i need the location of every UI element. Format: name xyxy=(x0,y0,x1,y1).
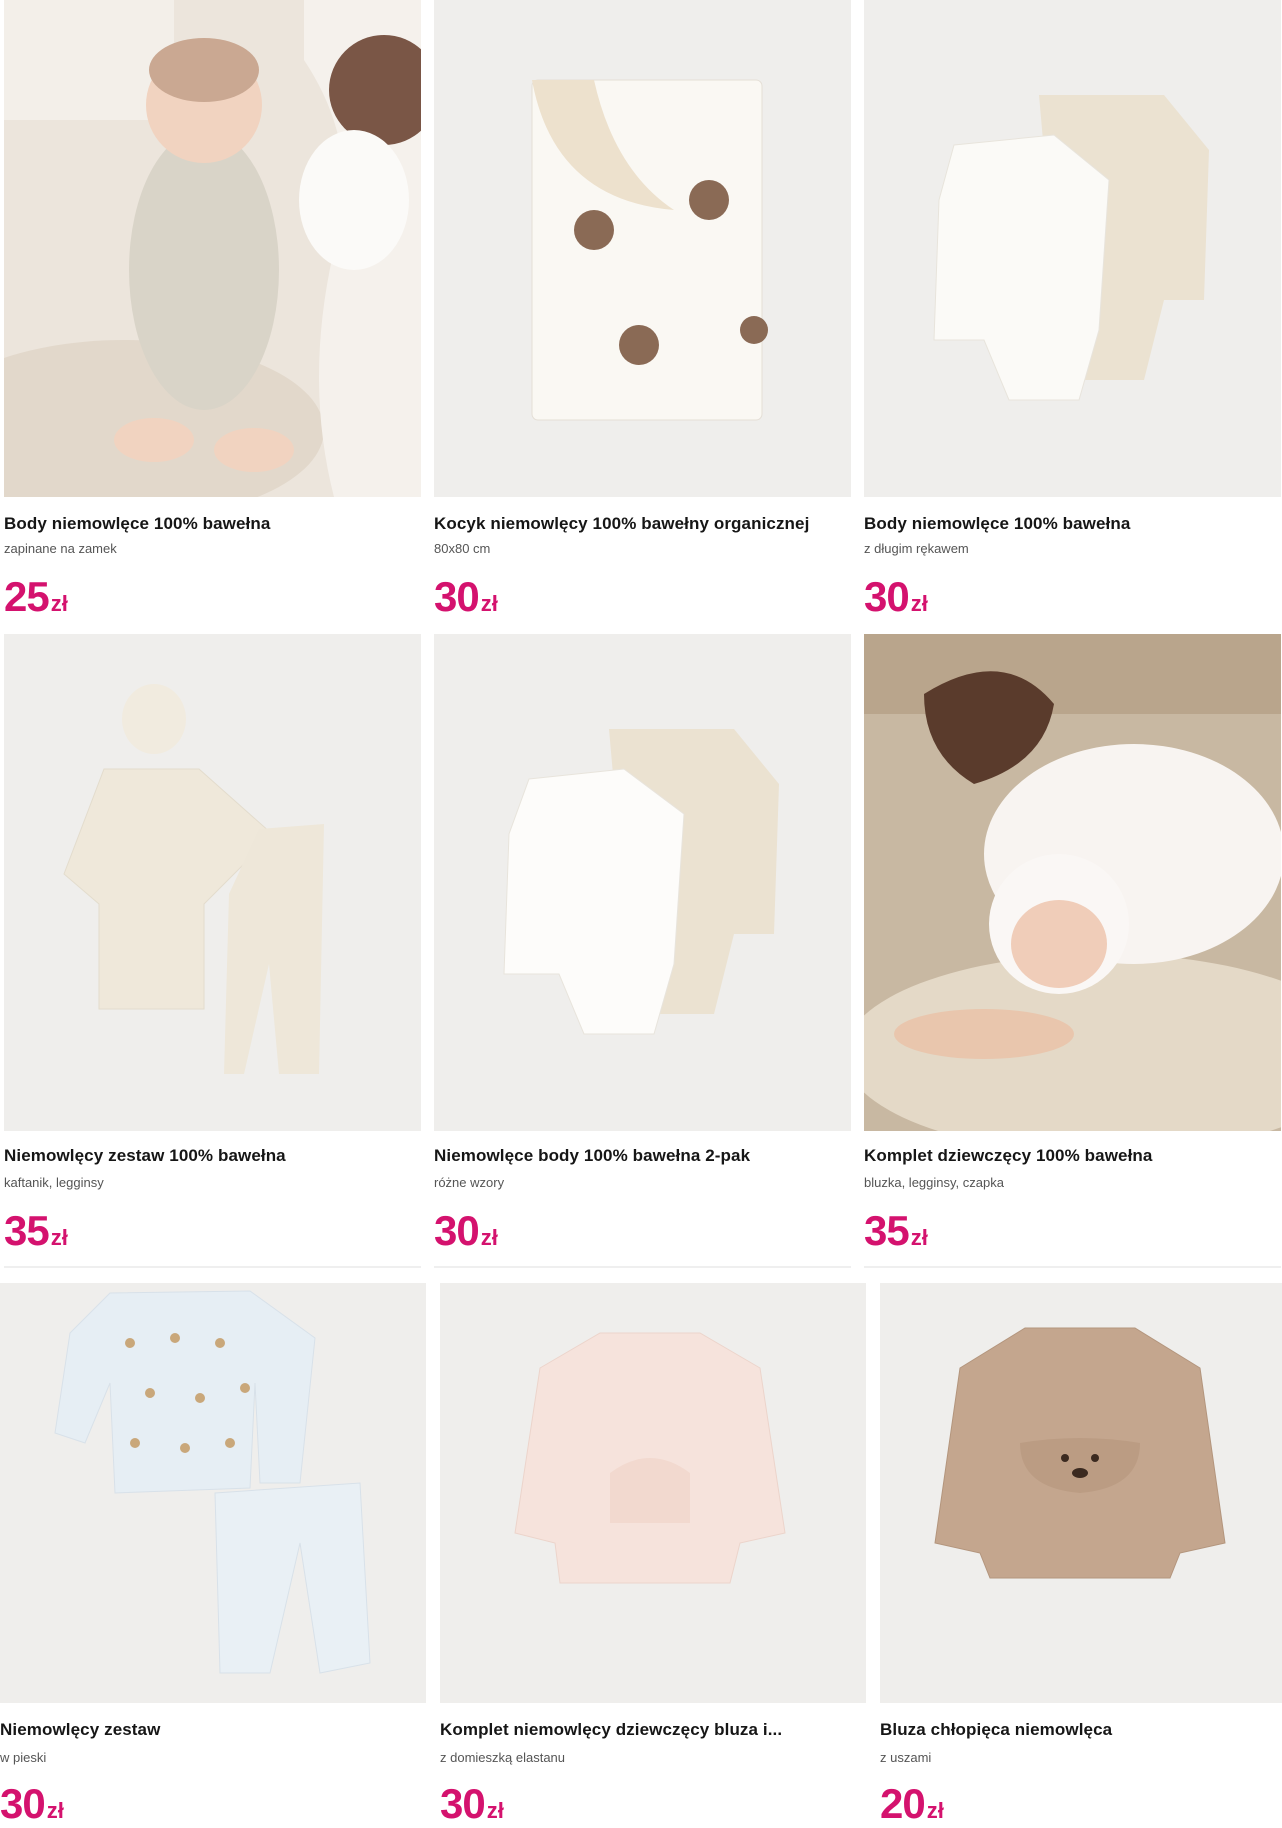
product-title[interactable]: Komplet dziewczęcy 100% bawełna xyxy=(864,1146,1152,1166)
product-card[interactable]: Komplet niemowlęcy dziewczęcy bluza i...… xyxy=(440,1283,866,1827)
product-subtitle: z domieszką elastanu xyxy=(440,1750,566,1765)
product-subtitle: z długim rękawem xyxy=(864,541,969,556)
product-image-pink-sweatshirt[interactable] xyxy=(440,1283,866,1703)
product-subtitle: różne wzory xyxy=(434,1175,505,1190)
product-title[interactable]: Komplet niemowlęcy dziewczęcy bluza i... xyxy=(440,1720,782,1740)
product-image-brown-dog-sweatshirt[interactable] xyxy=(880,1283,1282,1703)
product-title[interactable]: Kocyk niemowlęcy 100% bawełny organiczne… xyxy=(434,514,809,534)
product-price: 30zł xyxy=(0,1780,64,1827)
product-subtitle: w pieski xyxy=(0,1750,47,1765)
product-card[interactable]: Niemowlęcy zestaw 100% bawełna kaftanik,… xyxy=(4,634,421,1270)
product-image-baby-zip-sleepsuit[interactable] xyxy=(4,0,421,497)
product-card[interactable]: Kocyk niemowlęcy 100% bawełny organiczne… xyxy=(434,0,851,630)
product-subtitle: z uszami xyxy=(880,1750,932,1765)
product-image-newborn-with-mother[interactable] xyxy=(864,634,1281,1131)
product-price: 30zł xyxy=(434,1207,498,1254)
product-subtitle: zapinane na zamek xyxy=(4,541,117,556)
product-subtitle: 80x80 cm xyxy=(434,541,491,556)
product-price: 25zł xyxy=(4,573,68,620)
product-price: 35zł xyxy=(4,1207,68,1254)
product-image-bodysuit-2pack[interactable] xyxy=(864,0,1281,497)
product-card[interactable]: Bluza chłopięca niemowlęca z uszami 20zł xyxy=(880,1283,1282,1827)
product-title[interactable]: Niemowlęce body 100% bawełna 2-pak xyxy=(434,1146,750,1166)
product-title[interactable]: Bluza chłopięca niemowlęca xyxy=(880,1720,1112,1740)
product-title[interactable]: Niemowlęcy zestaw 100% bawełna xyxy=(4,1146,286,1166)
product-image-bodysuit-2pack-dots[interactable] xyxy=(434,634,851,1131)
divider xyxy=(434,1266,851,1268)
product-image-puppy-blanket[interactable] xyxy=(434,0,851,497)
product-image-blue-sweatshirt-pants[interactable] xyxy=(0,1283,426,1703)
product-subtitle: kaftanik, legginsy xyxy=(4,1175,104,1190)
product-price: 35zł xyxy=(864,1207,928,1254)
product-card[interactable]: Niemowlęce body 100% bawełna 2-pak różne… xyxy=(434,634,851,1270)
product-price: 30zł xyxy=(440,1780,504,1827)
divider xyxy=(4,1266,421,1268)
product-card[interactable]: Body niemowlęce 100% bawełna zapinane na… xyxy=(4,0,421,630)
product-card[interactable]: Niemowlęcy zestaw w pieski 30zł xyxy=(0,1283,426,1827)
product-title[interactable]: Niemowlęcy zestaw xyxy=(0,1720,160,1740)
product-title[interactable]: Body niemowlęce 100% bawełna xyxy=(864,514,1130,534)
product-price: 30zł xyxy=(434,573,498,620)
product-price: 20zł xyxy=(880,1780,944,1827)
product-image-wrap-top-leggings-hat[interactable] xyxy=(4,634,421,1131)
product-title[interactable]: Body niemowlęce 100% bawełna xyxy=(4,514,270,534)
product-price: 30zł xyxy=(864,573,928,620)
product-card[interactable]: Komplet dziewczęcy 100% bawełna bluzka, … xyxy=(864,634,1281,1270)
divider xyxy=(864,1266,1281,1268)
product-card[interactable]: Body niemowlęce 100% bawełna z długim rę… xyxy=(864,0,1281,630)
product-subtitle: bluzka, legginsy, czapka xyxy=(864,1175,1004,1190)
